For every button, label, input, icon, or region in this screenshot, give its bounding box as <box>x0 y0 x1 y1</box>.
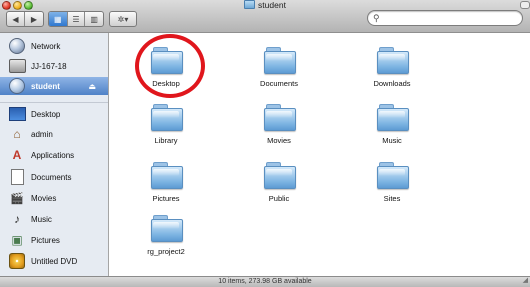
column-view-icon: ▥ <box>90 14 98 24</box>
forward-arrow-icon: ▶ <box>30 14 38 24</box>
sidebar-item-label: JJ-167-18 <box>31 61 67 71</box>
folder-icon <box>151 162 183 189</box>
applications-icon: A <box>12 148 22 162</box>
folder-name: Movies <box>267 136 291 145</box>
search-icon: ⚲ <box>373 13 380 23</box>
sidebar-item-music[interactable]: ♪ Music <box>0 210 108 228</box>
search-input[interactable] <box>384 12 514 23</box>
back-arrow-icon: ◀ <box>12 14 19 24</box>
list-view-icon: ☰ <box>72 14 80 24</box>
folder-icon <box>377 47 409 74</box>
sidebar-item-label: admin <box>31 129 53 139</box>
folder-icon <box>264 104 296 131</box>
folder-item-rg-project2[interactable]: rg_project2 <box>126 209 206 267</box>
folder-name: Library <box>154 136 178 145</box>
sidebar-item-label: Music <box>31 214 52 224</box>
network-globe-icon <box>9 38 25 54</box>
sidebar-item-label: Pictures <box>31 235 60 245</box>
sidebar-divider <box>0 102 108 103</box>
desktop-icon <box>8 107 26 121</box>
sidebar-item-label: Documents <box>31 172 72 182</box>
folder-icon <box>264 47 296 74</box>
gear-icon: ✲▾ <box>117 14 129 24</box>
view-mode-control: ▦ ☰ ▥ <box>48 11 104 27</box>
sidebar-item-applications[interactable]: A Applications <box>0 146 108 164</box>
column-view-button[interactable]: ▥ <box>85 12 103 26</box>
list-view-button[interactable]: ☰ <box>68 12 86 26</box>
icon-view-button[interactable]: ▦ <box>49 12 68 26</box>
folder-item-pictures[interactable]: Pictures <box>126 156 206 214</box>
status-text: 10 items, 273.98 GB available <box>218 278 312 285</box>
folder-icon <box>377 162 409 189</box>
home-volume-icon <box>9 78 25 94</box>
sidebar-item-label: Movies <box>31 193 57 203</box>
action-menu-control: ✲▾ <box>109 11 137 27</box>
folder-name: Pictures <box>152 194 180 203</box>
sidebar-item-network[interactable]: Network <box>0 37 108 55</box>
movies-icon: 🎬 <box>10 192 24 205</box>
folder-name: Downloads <box>373 79 411 88</box>
folder-icon <box>264 162 296 189</box>
sidebar-item-admin[interactable]: ⌂ admin <box>0 125 108 143</box>
toolbar-toggle-button[interactable] <box>520 1 530 9</box>
resize-grip-icon[interactable]: ◢ <box>523 277 528 285</box>
sidebar-item-student[interactable]: student ⏏ <box>0 77 108 95</box>
folder-contents: Desktop Documents Downloads Library Movi… <box>109 33 530 276</box>
status-bar: 10 items, 273.98 GB available <box>0 276 530 287</box>
folder-name: rg_project2 <box>147 247 185 256</box>
sidebar-item-untitled-dvd[interactable]: Untitled DVD <box>0 252 108 270</box>
dvd-icon <box>9 253 25 269</box>
back-forward-control: ◀ ▶ <box>6 11 44 27</box>
folder-name: Music <box>382 136 402 145</box>
folder-icon <box>151 215 183 242</box>
folder-name: Documents <box>260 79 298 88</box>
folder-icon <box>377 104 409 131</box>
folder-item-public[interactable]: Public <box>239 156 319 214</box>
folder-item-library[interactable]: Library <box>126 98 206 156</box>
music-icon: ♪ <box>14 212 20 226</box>
sidebar-item-desktop[interactable]: Desktop <box>0 105 108 123</box>
sidebar-item-documents[interactable]: Documents <box>0 168 108 186</box>
sidebar-item-movies[interactable]: 🎬 Movies <box>0 189 108 207</box>
search-field: ⚲ <box>367 10 523 26</box>
sidebar-item-label: student <box>31 81 60 91</box>
folder-item-sites[interactable]: Sites <box>352 156 432 214</box>
folder-name: Public <box>268 194 290 203</box>
sidebar-item-label: Network <box>31 41 61 51</box>
sidebar-item-label: Applications <box>31 150 75 160</box>
sidebar-item-jj-167-18[interactable]: JJ-167-18 <box>0 57 108 75</box>
documents-icon <box>10 169 24 185</box>
window-titlebar: student ◀ ▶ ▦ ☰ ▥ ✲▾ ⚲ <box>0 0 530 33</box>
icon-view-icon: ▦ <box>54 14 62 24</box>
window-title-text: student <box>258 0 286 10</box>
eject-icon[interactable]: ⏏ <box>88 82 96 91</box>
action-menu-button[interactable]: ✲▾ <box>110 12 136 26</box>
forward-button[interactable]: ▶ <box>25 12 43 26</box>
folder-item-documents[interactable]: Documents <box>239 41 319 99</box>
sidebar-item-label: Untitled DVD <box>31 256 78 266</box>
folder-name: Sites <box>383 194 401 203</box>
back-button[interactable]: ◀ <box>7 12 25 26</box>
folder-icon <box>151 104 183 131</box>
annotation-circle <box>135 34 205 98</box>
folder-item-movies[interactable]: Movies <box>239 98 319 156</box>
folder-item-music[interactable]: Music <box>352 98 432 156</box>
sidebar-item-label: Desktop <box>31 109 61 119</box>
sidebar: Network JJ-167-18 student ⏏ Desktop ⌂ ad… <box>0 33 109 276</box>
pictures-icon: ▣ <box>11 233 23 247</box>
home-folder-icon <box>244 0 256 9</box>
folder-item-downloads[interactable]: Downloads <box>352 41 432 99</box>
home-icon: ⌂ <box>13 127 21 141</box>
sidebar-item-pictures[interactable]: ▣ Pictures <box>0 231 108 249</box>
hard-drive-icon <box>8 59 26 73</box>
